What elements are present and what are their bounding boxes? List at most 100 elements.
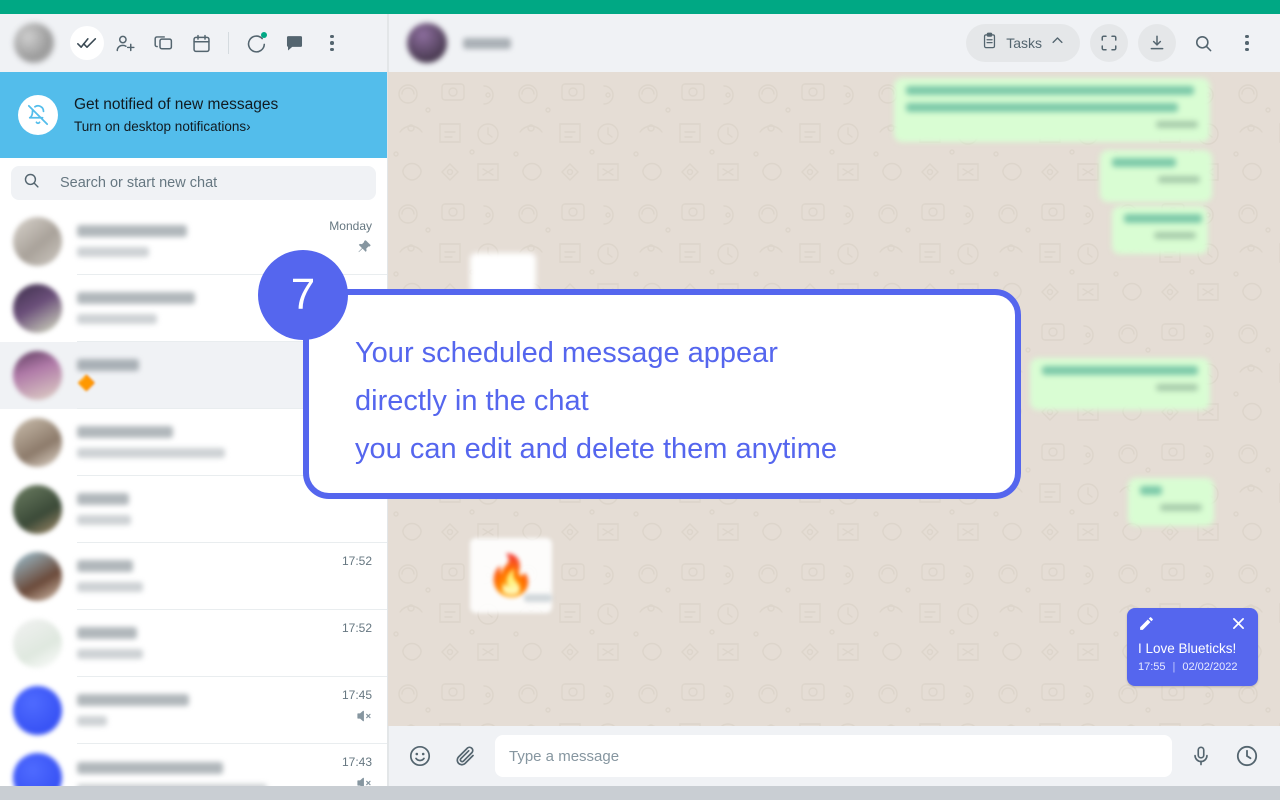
conversation-header: Tasks [388,14,1280,72]
notification-title: Get notified of new messages [74,95,279,113]
clock-icon[interactable] [1230,739,1264,773]
scheduled-message-card[interactable]: I Love Blueticks! 17:55 | 02/02/2022 [1127,608,1258,686]
close-icon[interactable] [1230,615,1247,637]
search-icon [23,172,40,194]
window-status-bar [0,786,1280,800]
search-input[interactable]: Search or start new chat [60,175,217,191]
chat-avatar [13,686,62,735]
chat-bubble-outgoing[interactable] [1112,206,1208,254]
chat-item-time: 17:52 [341,621,372,635]
chat-bubble-outgoing[interactable] [1100,150,1212,202]
add-person-icon[interactable] [108,26,142,60]
scheduled-message-separator: | [1172,661,1176,673]
clipboard-icon [981,32,998,54]
scheduled-message-date: 02/02/2022 [1182,661,1238,673]
callout-box: Your scheduled message appear directly i… [303,289,1021,499]
chat-item-preview [77,582,143,592]
top-green-strip [0,0,1280,14]
chat-avatar [13,753,62,786]
search-box[interactable]: Search or start new chat [11,166,376,200]
chat-item-time: 17:52 [341,554,372,568]
chat-avatar [13,351,62,400]
chat-bubble-text [906,103,1178,112]
chat-bubble-outgoing[interactable] [1128,478,1214,526]
tasks-button[interactable]: Tasks [966,24,1080,62]
menu-kebab-icon[interactable] [1230,26,1264,60]
chat-bubble-timestamp [1160,504,1202,511]
chat-item-name [77,761,223,774]
chat-item-body: 17:45 [77,677,387,744]
chat-item-meta: 17:45 [342,688,372,724]
multi-window-icon[interactable] [146,26,180,60]
chat-bubble-outgoing[interactable] [894,78,1210,142]
chat-list-item[interactable]: 17:52 [0,543,387,610]
notification-subtitle: Turn on desktop notifications› [74,118,251,134]
chat-bubble-outgoing[interactable] [1030,358,1210,410]
chat-item-preview [77,448,225,458]
chat-list-item[interactable]: 17:45 [0,677,387,744]
chat-item-preview [77,649,143,659]
conversation-actions: Tasks [966,24,1264,62]
chat-item-name [77,426,173,438]
mute-icon [342,708,372,724]
chat-list-item[interactable]: 17:43 [0,744,387,786]
sidebar-icon-group [70,26,349,60]
notification-text-block: Get notified of new messages Turn on des… [74,95,278,136]
chat-avatar [13,552,62,601]
contact-avatar[interactable] [407,23,447,63]
calendar-icon[interactable] [184,26,218,60]
tasks-label: Tasks [1006,35,1042,51]
chat-bubble-text [1112,158,1176,167]
chat-item-name [77,225,187,237]
scheduled-message-actions [1138,616,1247,636]
mute-icon [342,775,372,786]
chat-bubble-text [1124,214,1202,223]
pencil-icon[interactable] [1138,615,1155,637]
chat-item-name [77,493,129,505]
contact-name [463,37,511,49]
emoji-icon[interactable] [403,739,437,773]
callout-line-1: Your scheduled message appear [355,337,778,369]
chat-item-preview [77,314,157,324]
chevron-right-icon: › [246,118,251,134]
desktop-notification-banner[interactable]: Get notified of new messages Turn on des… [0,72,387,158]
chat-avatar [13,485,62,534]
tutorial-callout: Your scheduled message appear directly i… [258,250,1021,499]
message-composer: Type a message [388,726,1280,786]
chevron-up-icon [1050,33,1065,53]
chat-item-name [77,694,189,706]
chat-item-time: 17:45 [341,688,372,702]
fullscreen-icon[interactable] [1090,24,1128,62]
chat-item-name [77,292,195,304]
scheduled-message-time: 17:55 [1138,661,1166,673]
chat-item-preview [77,716,107,726]
chat-list-item[interactable]: 17:52 [0,610,387,677]
callout-line-3: you can edit and delete them anytime [355,433,838,465]
download-icon[interactable] [1138,24,1176,62]
chat-item-preview [77,515,131,525]
chat-avatar [13,217,62,266]
chat-item-preview [77,247,149,257]
message-input[interactable]: Type a message [495,735,1172,777]
new-chat-icon[interactable] [277,26,311,60]
paperclip-icon[interactable] [449,739,483,773]
chat-image-message[interactable] [470,253,536,293]
bell-off-icon [18,95,58,135]
chat-bubble-text [906,86,1194,95]
chat-bubble-timestamp [1154,232,1196,239]
status-unread-dot [261,32,267,38]
menu-kebab-icon[interactable] [315,26,349,60]
chat-bubble-timestamp [1156,384,1198,391]
chat-item-name [77,560,133,572]
search-icon[interactable] [1186,26,1220,60]
chat-bubble-timestamp [1156,121,1198,128]
chat-avatar [13,418,62,467]
status-ring-icon[interactable] [239,26,273,60]
message-input-placeholder: Type a message [509,747,620,765]
chat-item-body: 17:43 [77,744,387,786]
profile-avatar[interactable] [14,23,54,63]
chat-item-body: 17:52 [77,610,387,677]
microphone-icon[interactable] [1184,739,1218,773]
callout-step-badge: 7 [258,250,348,340]
double-check-icon[interactable] [70,26,104,60]
